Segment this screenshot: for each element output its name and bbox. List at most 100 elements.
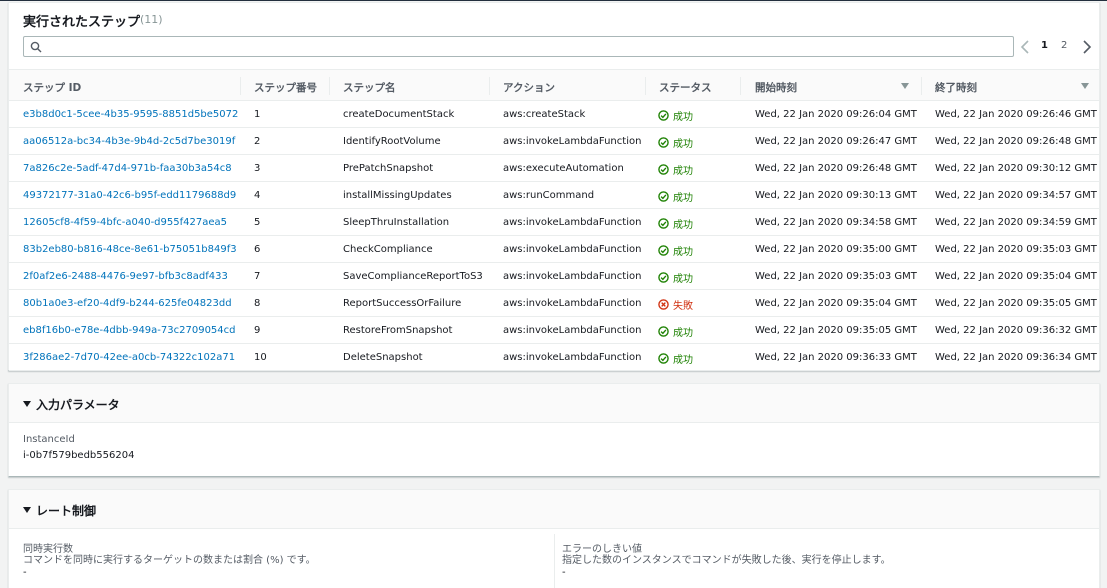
- column-divider: [554, 534, 555, 588]
- search-box[interactable]: [23, 36, 1014, 57]
- table-row: eb8f16b0-e78e-4dbb-949a-73c2709054cd 9 Res…: [9, 317, 1099, 344]
- column-divider: [240, 77, 241, 95]
- table-row: 83b2eb80-b816-48ce-8e61-b75051b849f3 6 Che…: [9, 236, 1099, 263]
- step-name: createDocumentStack: [343, 109, 455, 120]
- table-header: ステップ ID ステップ番号 ステップ名 アクション ステータス 開始時刻 終了…: [9, 69, 1099, 101]
- step-id-link[interactable]: 49372177-31a0-42c6-b95f-edd1179688d9: [23, 190, 236, 201]
- caret-down-icon: [23, 401, 31, 407]
- end-time: Wed, 22 Jan 2020 09:34:59 GMT: [935, 217, 1097, 228]
- step-name: IdentifyRootVolume: [343, 136, 441, 147]
- rate-control-panel: レート制御 同時実行数 コマンドを同時に実行するターゲットの数または割合 (%)…: [8, 489, 1100, 588]
- chevron-left-icon[interactable]: [1019, 39, 1031, 55]
- step-id-link[interactable]: 83b2eb80-b816-48ce-8e61-b75051b849f3: [23, 244, 237, 255]
- status-indicator: 成功: [658, 189, 693, 204]
- step-action: aws:invokeLambdaFunction: [503, 244, 642, 255]
- success-icon: [658, 191, 669, 202]
- step-number: 9: [254, 325, 261, 336]
- start-time: Wed, 22 Jan 2020 09:35:03 GMT: [755, 271, 917, 282]
- end-time: Wed, 22 Jan 2020 09:36:32 GMT: [935, 325, 1097, 336]
- step-id-link[interactable]: 3f286ae2-7d70-42ee-a0cb-74322c102a71: [23, 352, 235, 363]
- executed-steps-panel: 実行されたステップ (11) 1 2 ステップ ID ステップ番号 ステップ名 …: [8, 2, 1100, 371]
- step-name: PrePatchSnapshot: [343, 163, 434, 174]
- step-number: 1: [254, 109, 261, 120]
- step-name: ReportSuccessOrFailure: [343, 298, 462, 309]
- step-name: SleepThruInstallation: [343, 217, 450, 228]
- input-parameters-title: 入力パラメータ: [36, 398, 120, 412]
- search-icon: [30, 41, 42, 53]
- status-indicator: 成功: [658, 162, 693, 177]
- success-icon: [658, 218, 669, 229]
- step-name: CheckCompliance: [343, 244, 433, 255]
- sort-down-icon[interactable]: [1081, 82, 1089, 90]
- step-id-link[interactable]: 80b1a0e3-ef20-4df9-b244-625fe04823dd: [23, 298, 232, 309]
- steps-title: 実行されたステップ: [23, 15, 141, 30]
- start-time: Wed, 22 Jan 2020 09:36:33 GMT: [755, 352, 917, 363]
- end-time: Wed, 22 Jan 2020 09:26:48 GMT: [935, 136, 1097, 147]
- table-row: 7a826c2e-5adf-47d4-971b-faa30b3a54c8 3 Pre…: [9, 155, 1099, 182]
- sort-down-icon[interactable]: [901, 82, 909, 90]
- status-text: 成功: [673, 355, 693, 366]
- success-icon: [658, 245, 669, 256]
- pagination: 1 2: [1019, 37, 1093, 57]
- column-header-start-time[interactable]: 開始時刻: [755, 80, 797, 95]
- column-header-step-name[interactable]: ステップ名: [343, 80, 396, 95]
- param-key: InstanceId: [23, 434, 75, 445]
- status-indicator: 成功: [658, 324, 693, 339]
- rate-control-title: レート制御: [36, 504, 97, 518]
- step-number: 7: [254, 271, 261, 282]
- status-text: 成功: [673, 274, 693, 285]
- step-action: aws:runCommand: [503, 190, 595, 201]
- column-divider: [645, 77, 646, 95]
- table-row: 49372177-31a0-42c6-b95f-edd1179688d9 4 ins…: [9, 182, 1099, 209]
- table-row: e3b8d0c1-5cee-4b35-9595-8851d5be5072 1 cre…: [9, 101, 1099, 128]
- start-time: Wed, 22 Jan 2020 09:35:04 GMT: [755, 298, 917, 309]
- step-id-link[interactable]: aa06512a-bc34-4b3e-9b4d-2c5d7be3019f: [23, 136, 235, 147]
- caret-down-icon: [23, 507, 31, 513]
- chevron-right-icon[interactable]: [1081, 39, 1093, 55]
- column-header-step-id[interactable]: ステップ ID: [23, 80, 81, 95]
- status-indicator: 成功: [658, 108, 693, 123]
- error-threshold-value: -: [562, 567, 566, 578]
- input-parameters-header[interactable]: 入力パラメータ: [9, 384, 1099, 423]
- step-id-link[interactable]: e3b8d0c1-5cee-4b35-9595-8851d5be5072: [23, 109, 238, 120]
- status-text: 失敗: [673, 301, 693, 312]
- concurrency-description: コマンドを同時に実行するターゲットの数または割合 (%) です。: [23, 555, 316, 566]
- status-indicator: 失敗: [658, 297, 693, 312]
- step-id-link[interactable]: 7a826c2e-5adf-47d4-971b-faa30b3a54c8: [23, 163, 232, 174]
- column-header-step-number[interactable]: ステップ番号: [254, 80, 317, 95]
- step-number: 3: [254, 163, 261, 174]
- end-time: Wed, 22 Jan 2020 09:35:05 GMT: [935, 298, 1097, 309]
- steps-count: (11): [140, 13, 163, 26]
- step-action: aws:invokeLambdaFunction: [503, 325, 642, 336]
- status-text: 成功: [673, 220, 693, 231]
- page-1[interactable]: 1: [1041, 40, 1048, 51]
- end-time: Wed, 22 Jan 2020 09:30:12 GMT: [935, 163, 1097, 174]
- status-indicator: 成功: [658, 216, 693, 231]
- status-text: 成功: [673, 166, 693, 177]
- error-icon: [658, 299, 669, 310]
- param-value: i-0b7f579bedb556204: [23, 450, 135, 461]
- step-id-link[interactable]: 2f0af2e6-2488-4476-9e97-bfb3c8adf433: [23, 271, 228, 282]
- step-id-link[interactable]: 12605cf8-4f59-4bfc-a040-d955f427aea5: [23, 217, 227, 228]
- end-time: Wed, 22 Jan 2020 09:26:46 GMT: [935, 109, 1097, 120]
- search-input[interactable]: [48, 38, 1008, 55]
- step-name: DeleteSnapshot: [343, 352, 423, 363]
- step-number: 2: [254, 136, 261, 147]
- success-icon: [658, 110, 669, 121]
- column-header-status[interactable]: ステータス: [659, 80, 712, 95]
- step-name: installMissingUpdates: [343, 190, 452, 201]
- start-time: Wed, 22 Jan 2020 09:26:47 GMT: [755, 136, 917, 147]
- concurrency-value: -: [23, 567, 27, 578]
- column-header-action[interactable]: アクション: [503, 80, 555, 95]
- step-action: aws:createStack: [503, 109, 586, 120]
- start-time: Wed, 22 Jan 2020 09:26:48 GMT: [755, 163, 917, 174]
- step-action: aws:invokeLambdaFunction: [503, 271, 642, 282]
- column-header-end-time[interactable]: 終了時刻: [935, 80, 977, 95]
- page-2[interactable]: 2: [1061, 40, 1067, 51]
- step-action: aws:invokeLambdaFunction: [503, 352, 642, 363]
- step-id-link[interactable]: eb8f16b0-e78e-4dbb-949a-73c2709054cd: [23, 325, 236, 336]
- start-time: Wed, 22 Jan 2020 09:35:05 GMT: [755, 325, 917, 336]
- table-row: 12605cf8-4f59-4bfc-a040-d955f427aea5 5 Sle…: [9, 209, 1099, 236]
- rate-control-header[interactable]: レート制御: [9, 490, 1099, 529]
- column-divider: [921, 77, 922, 95]
